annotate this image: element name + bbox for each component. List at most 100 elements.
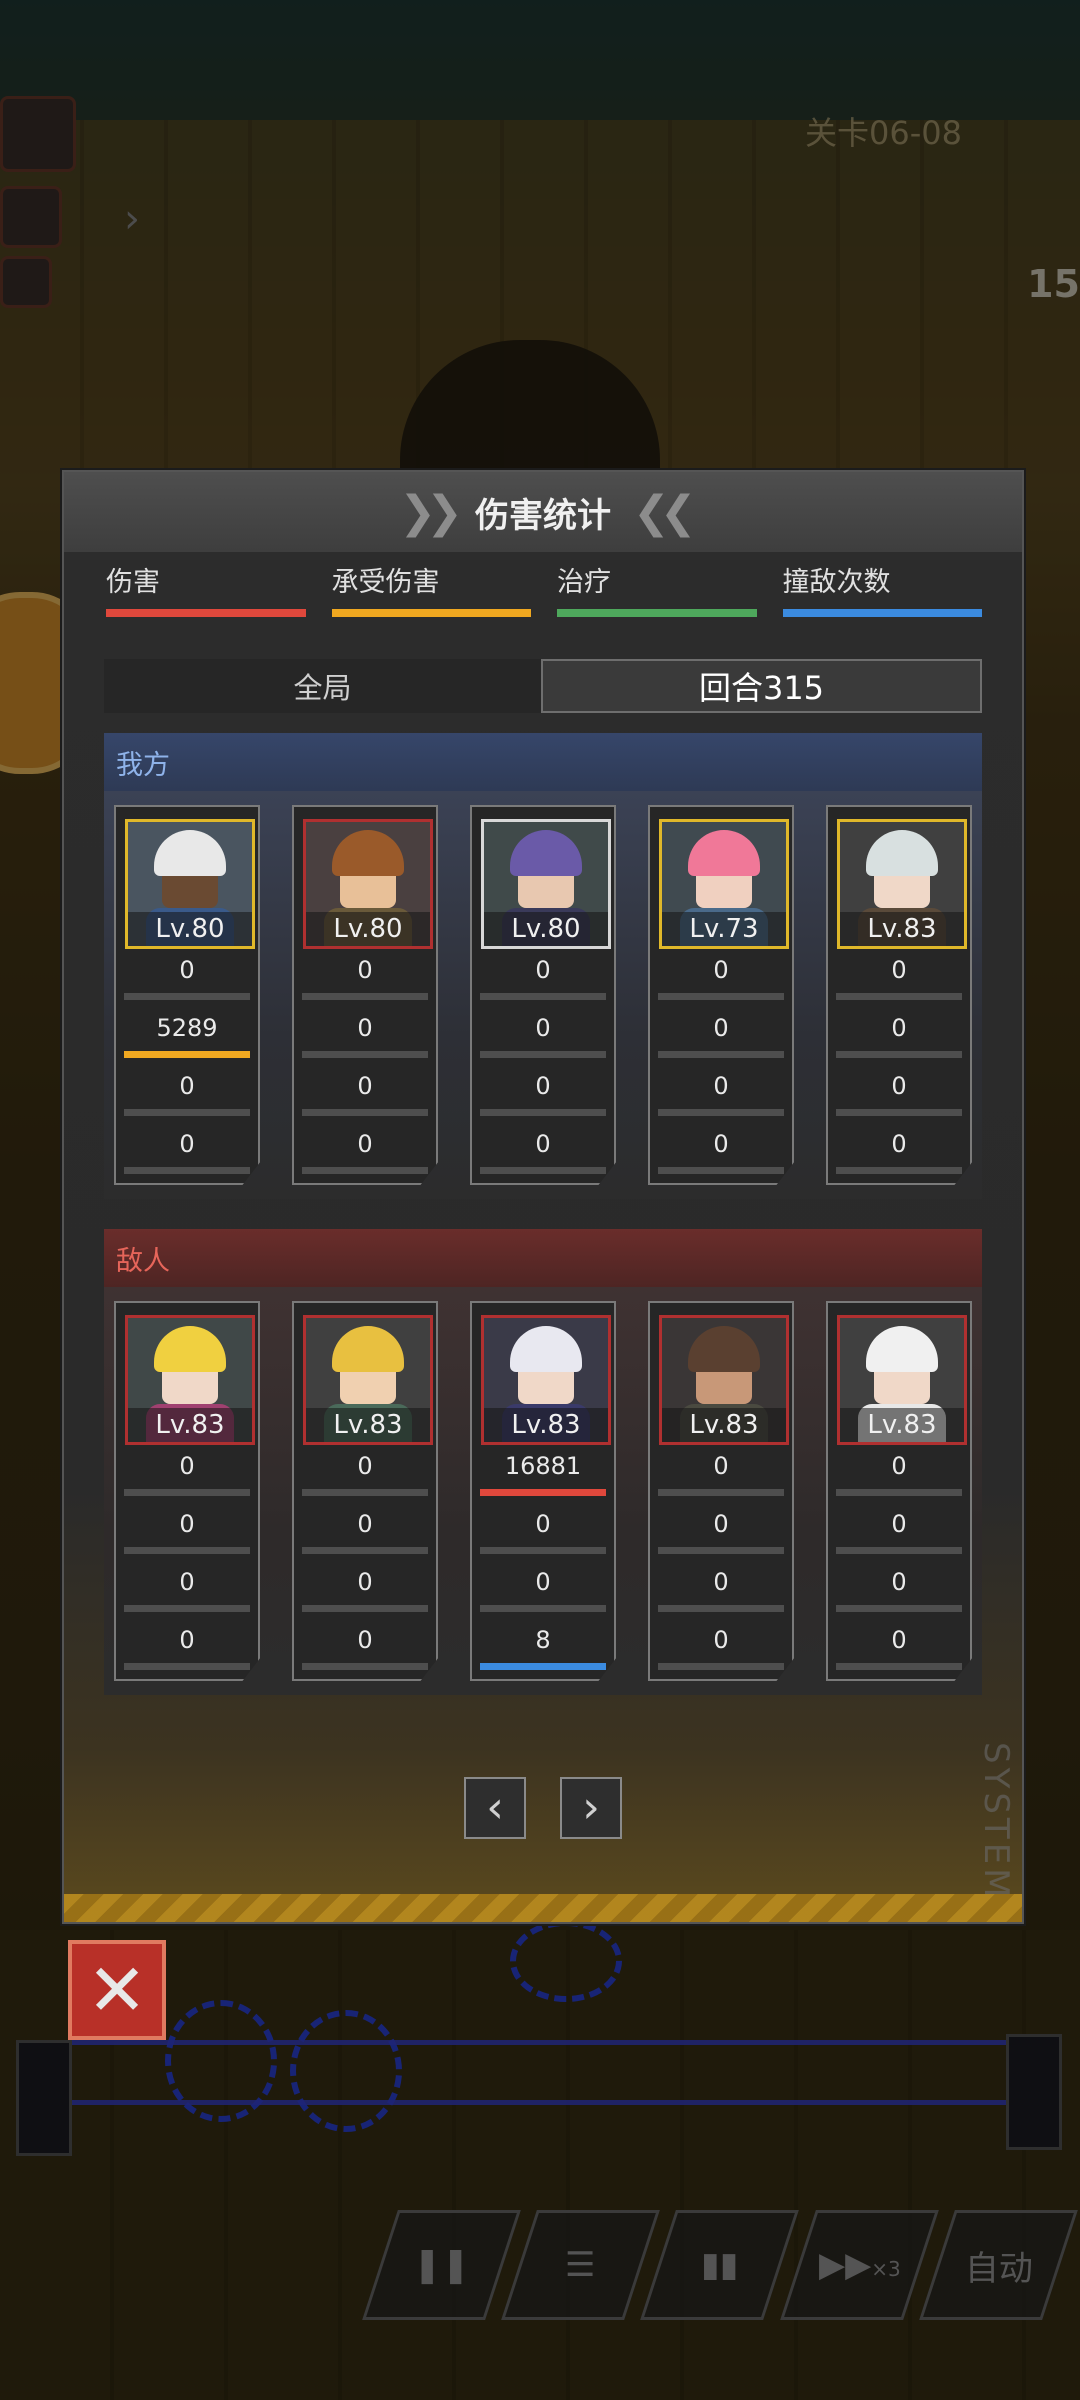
ally-section-title: 我方: [104, 733, 982, 791]
portrait-hair: [332, 830, 404, 876]
next-page-button[interactable]: ›: [560, 1777, 622, 1839]
ally-unit-card[interactable]: Lv.80 0 0 0 0: [470, 805, 616, 1185]
stat-bar: [124, 1663, 250, 1670]
stat-bar: [124, 1167, 250, 1174]
stat-bar: [658, 1663, 784, 1670]
stat-bar: [836, 1489, 962, 1496]
close-button[interactable]: ✕: [68, 1940, 166, 2040]
tab-damage[interactable]: 伤害: [106, 560, 306, 617]
stat-value: 16881: [504, 1452, 582, 1480]
stat-row: 16881: [472, 1445, 614, 1503]
hero-level: Lv.83: [840, 1408, 964, 1442]
hero-portrait: Lv.80: [125, 819, 255, 949]
stat-row: 0: [294, 1123, 436, 1181]
chevron-left-icon: ‹: [486, 1782, 504, 1833]
chevron-right-icon: ›: [582, 1782, 600, 1833]
stat-value: 0: [713, 1130, 729, 1158]
portrait-hair: [510, 830, 582, 876]
stat-value: 0: [179, 956, 195, 984]
stat-value: 0: [891, 1626, 907, 1654]
scope-round-button[interactable]: 回合315: [541, 659, 982, 713]
stat-bar: [836, 1547, 962, 1554]
stat-row: 0: [650, 1065, 792, 1123]
tab-healing[interactable]: 治疗: [557, 560, 757, 617]
stat-value: 0: [179, 1568, 195, 1596]
stat-value: 0: [535, 1072, 551, 1100]
stat-bar: [302, 1605, 428, 1612]
stat-bar: [480, 1167, 606, 1174]
stat-row: 0: [294, 1065, 436, 1123]
stat-row: 0: [472, 1065, 614, 1123]
ally-unit-card[interactable]: Lv.73 0 0 0 0: [648, 805, 794, 1185]
enemy-section: 敌人 Lv.83 0 0 0 0 Lv.83 0 0 0 0 Lv.83 16881 0 0 8 Lv.83 0…: [104, 1229, 982, 1695]
stat-value: 0: [713, 1014, 729, 1042]
stat-value: 0: [357, 956, 373, 984]
stat-bar: [124, 1489, 250, 1496]
stat-row: 0: [116, 1561, 258, 1619]
tab-color-line: [557, 609, 757, 617]
stat-value: 0: [535, 1568, 551, 1596]
stat-bar: [302, 1547, 428, 1554]
enemy-unit-card[interactable]: Lv.83 0 0 0 0: [114, 1301, 260, 1681]
stat-bar: [124, 1547, 250, 1554]
stat-bar: [480, 1547, 606, 1554]
stat-bar: [658, 1167, 784, 1174]
stat-row: 0: [294, 1007, 436, 1065]
enemy-unit-card[interactable]: Lv.83 0 0 0 0: [648, 1301, 794, 1681]
tab-label: 撞敌次数: [782, 567, 891, 598]
stat-value: 0: [179, 1130, 195, 1158]
stat-value: 0: [891, 1130, 907, 1158]
prev-page-button[interactable]: ‹: [464, 1777, 526, 1839]
hero-portrait: Lv.83: [837, 1315, 967, 1445]
stat-row: 0: [116, 1065, 258, 1123]
stat-bar: [124, 1051, 250, 1058]
ally-unit-card[interactable]: Lv.80 0 5289 0 0: [114, 805, 260, 1185]
stat-row: 0: [116, 1619, 258, 1677]
scope-all-button[interactable]: 全局: [104, 659, 541, 713]
hero-portrait: Lv.83: [659, 1315, 789, 1445]
hero-portrait: Lv.83: [303, 1315, 433, 1445]
enemy-unit-card[interactable]: Lv.83 0 0 0 0: [292, 1301, 438, 1681]
stat-bar: [124, 1109, 250, 1116]
stat-bar: [480, 1663, 606, 1670]
hero-level: Lv.83: [484, 1408, 608, 1442]
stat-value: 5289: [156, 1014, 218, 1042]
scope-toggle: 全局 回合315: [104, 659, 982, 713]
stat-value: 0: [357, 1014, 373, 1042]
enemy-unit-card[interactable]: Lv.83 0 0 0 0: [826, 1301, 972, 1681]
stat-bar: [124, 1605, 250, 1612]
stat-bar: [836, 1605, 962, 1612]
hero-level: Lv.83: [662, 1408, 786, 1442]
stat-row: 0: [294, 1503, 436, 1561]
stat-value: 0: [535, 1130, 551, 1158]
stat-value: 0: [891, 956, 907, 984]
stat-value: 0: [357, 1130, 373, 1158]
stat-bar: [124, 993, 250, 1000]
stat-row: 0: [472, 1007, 614, 1065]
pager: ‹ ›: [64, 1777, 1022, 1839]
stat-value: 0: [357, 1072, 373, 1100]
tab-color-line: [106, 609, 306, 617]
stat-value: 0: [179, 1626, 195, 1654]
dialog-title: 伤害统计: [475, 495, 611, 536]
stat-row: 5289: [116, 1007, 258, 1065]
tab-label: 治疗: [557, 567, 611, 598]
ally-unit-card[interactable]: Lv.83 0 0 0 0: [826, 805, 972, 1185]
hero-level: Lv.83: [840, 912, 964, 946]
stat-row: 0: [650, 1445, 792, 1503]
ally-unit-card[interactable]: Lv.80 0 0 0 0: [292, 805, 438, 1185]
enemy-unit-list: Lv.83 0 0 0 0 Lv.83 0 0 0 0 Lv.83 16881 0 0 8 Lv.83 0 0 0 0…: [104, 1287, 982, 1695]
stat-row: 0: [828, 1445, 970, 1503]
stat-row: 0: [650, 1123, 792, 1181]
stat-bar: [836, 1109, 962, 1116]
portrait-hair: [154, 1326, 226, 1372]
stat-value: 0: [891, 1568, 907, 1596]
stat-row: 0: [294, 1445, 436, 1503]
enemy-unit-card[interactable]: Lv.83 16881 0 0 8: [470, 1301, 616, 1681]
tab-damage-taken[interactable]: 承受伤害: [331, 560, 531, 617]
stat-bar: [480, 993, 606, 1000]
tab-collisions[interactable]: 撞敌次数: [782, 560, 982, 617]
stat-row: 0: [472, 1123, 614, 1181]
stat-row: 0: [650, 1503, 792, 1561]
stat-value: 0: [357, 1452, 373, 1480]
